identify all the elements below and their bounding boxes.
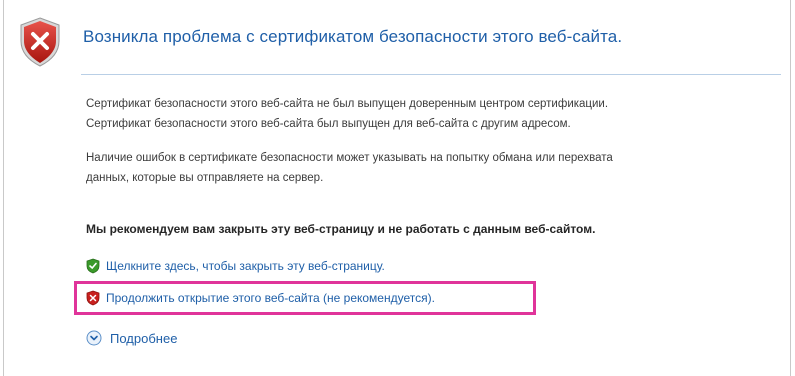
red-shield-icon [86, 290, 100, 306]
risk-warning-paragraph: Наличие ошибок в сертификате безопасност… [86, 148, 613, 188]
risk-warning-line-1: Наличие ошибок в сертификате безопасност… [86, 152, 613, 164]
error-header: Возникла проблема с сертификатом безопас… [4, 0, 790, 76]
more-information-toggle[interactable]: Подробнее [86, 327, 177, 349]
certificate-issue-paragraph: Сертификат безопасности этого веб-сайта … [86, 94, 608, 134]
continue-to-site-link-text[interactable]: Продолжить открытие этого веб-сайта (не … [106, 291, 435, 305]
expand-circle-icon [86, 330, 102, 346]
page-title: Возникла проблема с сертификатом безопас… [83, 27, 623, 46]
recommendation-text: Мы рекомендуем вам закрыть эту веб-стран… [86, 222, 596, 236]
issue-mismatch-text: Сертификат безопасности этого веб-сайта … [86, 118, 571, 130]
close-page-link[interactable]: Щелкните здесь, чтобы закрыть эту веб-ст… [86, 256, 385, 276]
risk-warning-line-2: данных, которые вы отправляете на сервер… [86, 172, 324, 184]
header-divider [81, 74, 781, 75]
more-information-label[interactable]: Подробнее [110, 331, 177, 346]
issue-untrusted-text: Сертификат безопасности этого веб-сайта … [86, 98, 609, 110]
green-shield-icon [86, 258, 100, 274]
continue-to-site-link[interactable]: Продолжить открытие этого веб-сайта (не … [86, 288, 435, 308]
certificate-error-page: Возникла проблема с сертификатом безопас… [3, 0, 791, 376]
shield-error-icon [20, 17, 60, 67]
close-page-link-text[interactable]: Щелкните здесь, чтобы закрыть эту веб-ст… [106, 259, 385, 273]
